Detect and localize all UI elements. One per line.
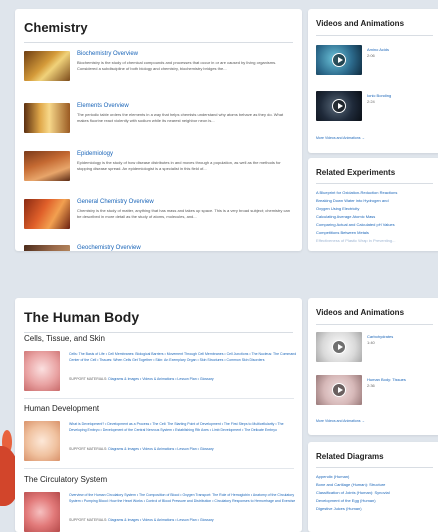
topic-title-link[interactable]: Epidemiology — [77, 151, 113, 157]
topic-item[interactable]: Epidemiology Epidemiology is the study o… — [24, 151, 294, 197]
support-materials: SUPPORT MATERIALS: Diagrams & Images • V… — [69, 447, 299, 451]
topic-description: Epidemiology is the study of how disease… — [77, 160, 281, 171]
related-link[interactable]: Development of the Egg (Human) — [316, 497, 433, 505]
divider — [24, 468, 294, 469]
topic-thumbnail[interactable] — [24, 199, 70, 229]
related-link[interactable]: Digestive Juices (Human) — [316, 505, 433, 513]
divider — [316, 35, 433, 36]
video-duration: 2:36 — [367, 383, 375, 388]
topic-thumbnail[interactable] — [24, 51, 70, 81]
section-heading: Cells, Tissue, and Skin — [24, 334, 105, 343]
video-title-link[interactable]: Carbohydrates — [367, 334, 393, 339]
support-links[interactable]: Diagrams & Images • Videos & Animations … — [108, 447, 213, 451]
topic-section: The Circulatory System Overview of the H… — [24, 475, 300, 532]
support-materials: SUPPORT MATERIALS: Diagrams & Images • V… — [69, 518, 299, 522]
topic-section: Human Development What is Development? •… — [24, 404, 300, 461]
topic-description: Biochemistry is the study of chemical co… — [77, 60, 277, 71]
topic-item[interactable]: General Chemistry Overview Chemistry is … — [24, 199, 294, 245]
divider — [316, 324, 433, 325]
more-videos-link[interactable]: More Videos and Animations → — [316, 419, 365, 423]
panel-title: Related Diagrams — [316, 452, 384, 461]
play-icon[interactable] — [332, 383, 346, 397]
related-link[interactable]: Classification of Joints (Human): Synovi… — [316, 489, 433, 497]
topic-thumbnail[interactable] — [24, 103, 70, 133]
support-links[interactable]: Diagrams & Images • Videos & Animations … — [108, 518, 213, 522]
divider — [24, 332, 293, 333]
section-thumbnail[interactable] — [24, 492, 60, 532]
video-title-link[interactable]: Amino Acids — [367, 47, 389, 52]
topic-description: The periodic table orders the elements i… — [77, 112, 284, 123]
divider — [24, 42, 293, 43]
chemistry-panel: Chemistry Biochemistry Overview Biochemi… — [15, 9, 302, 251]
related-link[interactable]: Calculating Average Atomic Mass — [316, 213, 433, 221]
topic-title-link[interactable]: Geochemistry Overview — [77, 245, 141, 251]
video-title-link[interactable]: Human Body: Tissues — [367, 377, 406, 382]
panel-title: Related Experiments — [316, 168, 396, 177]
support-label: SUPPORT MATERIALS: — [69, 518, 108, 522]
play-icon[interactable] — [332, 99, 346, 113]
section-row: What is Development? • Development as a … — [24, 421, 300, 465]
video-item[interactable]: Amino Acids 2:06 — [316, 45, 436, 75]
panel-title: The Human Body — [24, 309, 140, 325]
related-link[interactable]: Oxygen Using Electricity — [316, 205, 433, 213]
panel-title: Videos and Animations — [316, 308, 405, 317]
related-list: Appendix (Human) Bone and Cartilage (Hum… — [308, 468, 438, 513]
video-duration: 1:40 — [367, 340, 375, 345]
related-link[interactable]: Bone and Cartilage (Human): Structure — [316, 481, 433, 489]
video-duration: 2:06 — [367, 53, 375, 58]
topic-title-link[interactable]: Elements Overview — [77, 103, 129, 109]
support-label: SUPPORT MATERIALS: — [69, 447, 108, 451]
topic-title-link[interactable]: Biochemistry Overview — [77, 51, 138, 57]
section-links[interactable]: Cells: The Basis of Life • Cell Membrane… — [69, 351, 299, 363]
play-icon[interactable] — [332, 53, 346, 67]
video-item[interactable]: Carbohydrates 1:40 — [316, 332, 436, 362]
topic-description: Chemistry is the study of matter, anythi… — [77, 208, 290, 219]
related-list: A Blueprint for Oxidation-Reduction Reac… — [308, 184, 438, 245]
section-thumbnail[interactable] — [24, 351, 60, 391]
play-icon[interactable] — [332, 340, 346, 354]
related-link[interactable]: Comparing Actual and Calculated pH Value… — [316, 221, 433, 229]
related-link[interactable]: Effectiveness of Plastic Wrap in Prevent… — [316, 237, 433, 245]
support-label: SUPPORT MATERIALS: — [69, 377, 108, 381]
related-experiments-panel: Related Experiments A Blueprint for Oxid… — [308, 158, 438, 251]
related-diagrams-panel: Related Diagrams Appendix (Human) Bone a… — [308, 442, 438, 532]
topic-title-link[interactable]: General Chemistry Overview — [77, 199, 154, 205]
panel-title: Chemistry — [24, 20, 88, 35]
related-link[interactable]: Breaking Down Water into Hydrogen and — [316, 197, 433, 205]
related-link[interactable]: Appendix (Human) — [316, 473, 433, 481]
related-link[interactable]: A Blueprint for Oxidation-Reduction Reac… — [316, 189, 433, 197]
video-item[interactable]: Ionic Bonding 2:24 — [316, 91, 436, 121]
topic-item[interactable]: Geochemistry Overview — [24, 245, 294, 251]
video-title-link[interactable]: Ionic Bonding — [367, 93, 391, 98]
panel-title: Videos and Animations — [316, 19, 405, 28]
videos-panel: Videos and Animations Carbohydrates 1:40… — [308, 298, 438, 435]
section-heading: The Circulatory System — [24, 475, 108, 484]
section-row: Cells: The Basis of Life • Cell Membrane… — [24, 351, 300, 395]
topic-thumbnail[interactable] — [24, 245, 70, 251]
section-row: Overview of the Human Circulatory System… — [24, 492, 300, 532]
videos-panel: Videos and Animations Amino Acids 2:06 I… — [308, 9, 438, 153]
section-heading: Human Development — [24, 404, 100, 413]
more-videos-link[interactable]: More Videos and Animations → — [316, 136, 365, 140]
topic-section: Cells, Tissue, and Skin Cells: The Basis… — [24, 334, 300, 391]
section-thumbnail[interactable] — [24, 421, 60, 461]
topic-item[interactable]: Biochemistry Overview Biochemistry is th… — [24, 51, 294, 97]
human-body-panel: The Human Body Cells, Tissue, and Skin C… — [15, 298, 302, 532]
support-materials: SUPPORT MATERIALS: Diagrams & Images • V… — [69, 377, 299, 381]
section-links[interactable]: What is Development? • Development as a … — [69, 421, 299, 433]
video-duration: 2:24 — [367, 99, 375, 104]
video-item[interactable]: Human Body: Tissues 2:36 — [316, 375, 436, 405]
topic-thumbnail[interactable] — [24, 151, 70, 181]
divider — [24, 398, 294, 399]
support-links[interactable]: Diagrams & Images • Videos & Animations … — [108, 377, 213, 381]
related-link[interactable]: Competitions Between Metals — [316, 229, 433, 237]
topic-item[interactable]: Elements Overview The periodic table ord… — [24, 103, 294, 149]
section-links[interactable]: Overview of the Human Circulatory System… — [69, 492, 299, 504]
